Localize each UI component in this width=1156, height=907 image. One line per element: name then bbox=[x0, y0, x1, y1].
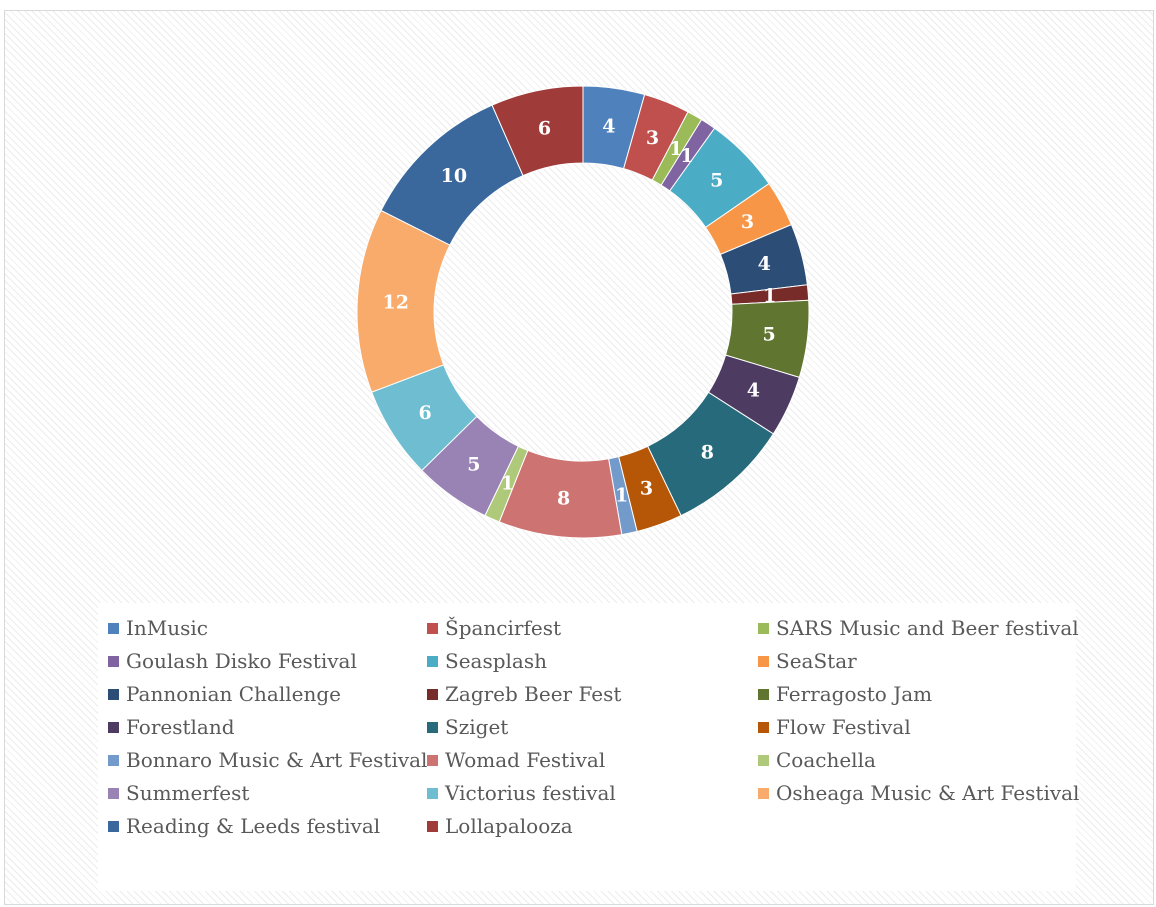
legend-item-summerfest: Summerfest bbox=[108, 780, 249, 806]
legend-item-womad-festival: Womad Festival bbox=[427, 747, 605, 773]
legend-item-zagreb-beer-fest: Zagreb Beer Fest bbox=[427, 681, 621, 707]
legend-label: Forestland bbox=[126, 715, 235, 739]
legend-swatch bbox=[427, 655, 438, 667]
donut-chart: 4311534154831815612106 bbox=[356, 85, 810, 539]
legend-item-coachella: Coachella bbox=[758, 747, 876, 773]
legend-label: Pannonian Challenge bbox=[126, 682, 341, 706]
legend-item-seasplash: Seasplash bbox=[427, 648, 547, 674]
chart-legend: InMusic Špancirfest SARS Music and Beer fe… bbox=[98, 603, 1079, 891]
legend-item-seastar: SeaStar bbox=[758, 648, 857, 674]
data-label-inmusic: 4 bbox=[602, 115, 615, 137]
legend-item-inmusic: InMusic bbox=[108, 615, 208, 641]
legend-label: Womad Festival bbox=[445, 748, 606, 772]
data-label-bonnaro-music-art-festival: 1 bbox=[615, 484, 628, 506]
legend-label: Seasplash bbox=[445, 649, 547, 673]
legend-label: Reading & Leeds festival bbox=[126, 814, 381, 838]
legend-label: Zagreb Beer Fest bbox=[445, 682, 622, 706]
legend-swatch bbox=[427, 787, 438, 799]
data-label-zagreb-beer-fest: 1 bbox=[763, 285, 776, 307]
legend-label: Coachella bbox=[776, 748, 876, 772]
data-label-ferragosto-jam: 5 bbox=[763, 324, 776, 346]
legend-swatch bbox=[108, 820, 119, 832]
legend-swatch bbox=[758, 787, 769, 799]
legend-swatch bbox=[108, 688, 119, 700]
legend-item-victorius-festival: Victorius festival bbox=[427, 780, 616, 806]
legend-item-forestland: Forestland bbox=[108, 714, 235, 740]
legend-swatch bbox=[427, 688, 438, 700]
legend-swatch bbox=[108, 721, 119, 733]
legend-label: SARS Music and Beer festival bbox=[776, 616, 1079, 640]
legend-swatch bbox=[108, 787, 119, 799]
legend-item-sars-music-and-beer-festival: SARS Music and Beer festival bbox=[758, 615, 1079, 641]
data-label-lollapalooza: 6 bbox=[538, 118, 551, 140]
legend-item-flow-festival: Flow Festival bbox=[758, 714, 911, 740]
legend-swatch bbox=[758, 622, 769, 634]
legend-swatch bbox=[758, 721, 769, 733]
legend-swatch bbox=[427, 721, 438, 733]
legend-item-pannonian-challenge: Pannonian Challenge bbox=[108, 681, 341, 707]
data-label-goulash-disko-festival: 1 bbox=[680, 145, 693, 167]
legend-label: InMusic bbox=[126, 616, 209, 640]
legend-item-pancirfest: Špancirfest bbox=[427, 615, 561, 641]
legend-item-ferragosto-jam: Ferragosto Jam bbox=[758, 681, 932, 707]
legend-item-lollapalooza: Lollapalooza bbox=[427, 813, 573, 839]
legend-label: Špancirfest bbox=[445, 616, 562, 640]
legend-item-bonnaro-music-art-festival: Bonnaro Music & Art Festival bbox=[108, 747, 427, 773]
legend-swatch bbox=[427, 820, 438, 832]
data-label-seasplash: 5 bbox=[710, 170, 723, 192]
data-label-womad-festival: 8 bbox=[557, 487, 570, 509]
legend-swatch bbox=[108, 655, 119, 667]
data-label-pancirfest: 3 bbox=[646, 127, 659, 149]
legend-label: Summerfest bbox=[126, 781, 250, 805]
legend-swatch bbox=[758, 688, 769, 700]
data-label-sziget: 8 bbox=[701, 441, 714, 463]
legend-label: Lollapalooza bbox=[445, 814, 573, 838]
chart-area: 4 3 1 1 5 3 4 1 5 4 8 3 1 8 1 5 6 12 10 6 InMusic Špancirfes… bbox=[4, 10, 1154, 905]
data-label-reading-leeds-festival: 10 bbox=[441, 165, 467, 187]
legend-label: SeaStar bbox=[776, 649, 857, 673]
legend-label: Bonnaro Music & Art Festival bbox=[126, 748, 428, 772]
data-label-osheaga-music-art-festival: 12 bbox=[383, 291, 409, 313]
legend-label: Goulash Disko Festival bbox=[126, 649, 357, 673]
legend-swatch bbox=[108, 754, 119, 766]
legend-item-goulash-disko-festival: Goulash Disko Festival bbox=[108, 648, 357, 674]
legend-swatch bbox=[427, 622, 438, 634]
data-label-victorius-festival: 6 bbox=[418, 402, 431, 424]
legend-item-sziget: Sziget bbox=[427, 714, 508, 740]
legend-swatch bbox=[758, 754, 769, 766]
legend-label: Victorius festival bbox=[445, 781, 616, 805]
legend-label: Sziget bbox=[445, 715, 509, 739]
legend-label: Ferragosto Jam bbox=[776, 682, 933, 706]
data-label-coachella: 1 bbox=[501, 473, 514, 495]
data-label-summerfest: 5 bbox=[467, 453, 480, 475]
legend-swatch bbox=[427, 754, 438, 766]
legend-label: Osheaga Music & Art Festival bbox=[776, 781, 1080, 805]
data-label-forestland: 4 bbox=[747, 379, 760, 401]
data-label-flow-festival: 3 bbox=[640, 477, 653, 499]
data-label-seastar: 3 bbox=[741, 211, 754, 233]
legend-swatch bbox=[108, 622, 119, 634]
legend-swatch bbox=[758, 655, 769, 667]
legend-item-osheaga-music-art-festival: Osheaga Music & Art Festival bbox=[758, 780, 1079, 806]
legend-item-reading-leeds-festival: Reading & Leeds festival bbox=[108, 813, 380, 839]
donut-slices bbox=[356, 85, 810, 539]
data-label-pannonian-challenge: 4 bbox=[758, 253, 771, 275]
legend-label: Flow Festival bbox=[776, 715, 911, 739]
